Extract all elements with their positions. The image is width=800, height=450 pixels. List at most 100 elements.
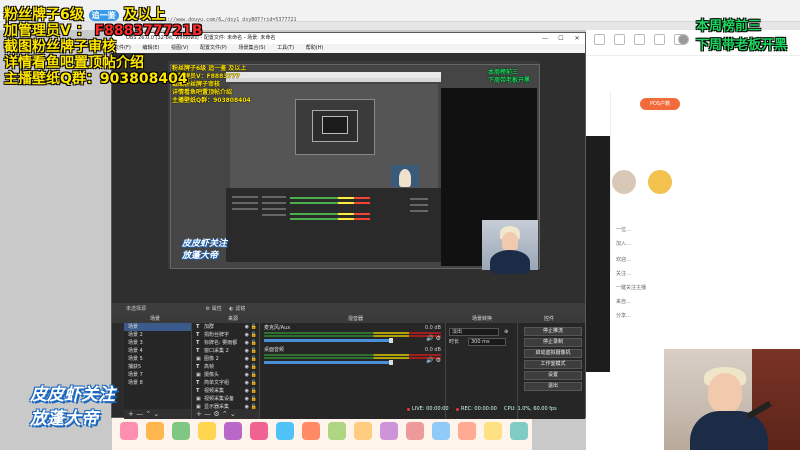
gift-icon[interactable] [510,422,528,440]
gift-icon[interactable] [458,422,476,440]
scene-item[interactable]: 场景 2 [124,331,191,339]
stop-streaming-button[interactable]: 停止推流 [524,327,582,336]
eye-icon[interactable]: ◉ [245,323,249,331]
source-item[interactable]: T 捐粉丝牌字 ◉ 🔓 [192,331,259,339]
clock-icon[interactable] [634,34,645,45]
nested-list-line [232,202,258,204]
gift-icon[interactable] [380,422,398,440]
slider-knob[interactable] [389,338,394,343]
menu-edit[interactable]: 编辑(E) [142,45,159,51]
eye-icon[interactable]: ◉ [245,395,249,403]
gift-icon[interactable] [484,422,502,440]
fan-avatar[interactable] [612,170,636,194]
gift-icon[interactable] [328,422,346,440]
lock-icon[interactable]: 🔓 [251,347,257,355]
gear-icon[interactable]: ⚙ [206,306,210,312]
scene-item[interactable]: 场景 [124,323,191,331]
source-item[interactable]: T 视频采集 ◉ 🔓 [192,387,259,395]
source-item[interactable]: ▣ 图像 2 ◉ 🔓 [192,355,259,363]
gift-icon[interactable] [432,422,450,440]
eye-icon[interactable]: ◉ [245,363,249,371]
play-icon[interactable] [654,34,665,45]
maximize-button[interactable]: ☐ [553,33,569,44]
slider-knob[interactable] [389,360,394,365]
source-name: 窗口采集 2 [204,348,229,354]
scene-item[interactable]: 捕获5 [124,363,191,371]
gear-icon[interactable]: ⚙ [436,335,441,342]
exit-button[interactable]: 退出 [524,382,582,391]
lock-icon[interactable]: 🔓 [251,379,257,387]
eye-icon[interactable]: ◉ [245,371,249,379]
speaker-icon[interactable]: 🔊 [426,357,433,364]
pos-button[interactable]: POS户籍 [640,98,680,110]
scene-item[interactable]: 场景 8 [124,379,191,387]
gear-icon[interactable]: ⚙ [436,357,441,364]
source-name: 高帧 [204,364,215,370]
lock-icon[interactable]: 🔓 [251,387,257,395]
gift-icon[interactable] [120,422,138,440]
gift-icon[interactable] [224,422,242,440]
eye-icon[interactable]: ◉ [245,347,249,355]
scene-item[interactable]: 场景 5 [124,355,191,363]
heart-icon[interactable] [614,34,625,45]
speaker-icon[interactable]: 🔊 [426,335,433,342]
transition-select[interactable]: 淡出 [449,328,499,336]
gift-icon[interactable] [172,422,190,440]
lock-icon[interactable]: 🔓 [251,355,257,363]
eye-icon[interactable]: ◉ [245,339,249,347]
lock-icon[interactable]: 🔓 [251,371,257,379]
source-item[interactable]: T 简单文字组 ◉ 🔓 [192,379,259,387]
gift-icon[interactable] [198,422,216,440]
menu-profile[interactable]: 配置文件(P) [200,45,227,51]
menu-view[interactable]: 视图(V) [171,45,188,51]
eye-icon[interactable]: ◉ [245,331,249,339]
scene-item[interactable]: 场景 3 [124,339,191,347]
nested-obs-menu [226,78,441,82]
lock-icon[interactable]: 🔓 [251,323,257,331]
source-name: 视频采集设备 [204,396,235,402]
gift-icon[interactable] [276,422,294,440]
menu-scene-collection[interactable]: 场景集合(S) [238,45,265,51]
filters-button[interactable]: 滤镜 [235,306,245,312]
eye-icon[interactable]: ◉ [245,379,249,387]
fan-avatar[interactable] [648,170,672,194]
gift-icon[interactable] [302,422,320,440]
start-virtual-camera-button[interactable]: 启动虚拟摄像机 [524,349,582,358]
lock-icon[interactable]: 🔓 [251,363,257,371]
menu-tools[interactable]: 工具(T) [277,45,294,51]
menu-help[interactable]: 帮助(H) [306,45,324,51]
settings-button[interactable]: 设置 [524,371,582,380]
gift-icon[interactable] [406,422,424,440]
lock-icon[interactable]: 🔓 [251,339,257,347]
properties-button[interactable]: 属性 [212,306,222,312]
scene-item[interactable]: 场景 7 [124,371,191,379]
gift-icon[interactable] [354,422,372,440]
menu-file[interactable]: 文件(F) [114,45,131,51]
eye-icon[interactable]: ◉ [245,387,249,395]
sources-dock-footer[interactable]: + — ⚙ ⌃ ⌄ [192,409,259,419]
gift-icon[interactable] [146,422,164,440]
volume-slider[interactable] [264,338,394,343]
source-item[interactable]: T 高帧 ◉ 🔓 [192,363,259,371]
volume-slider[interactable] [264,360,394,365]
gift-icon[interactable] [250,422,268,440]
minimize-button[interactable]: — [537,33,553,44]
user-avatar-icon[interactable] [678,34,689,45]
stop-recording-button[interactable]: 停止录制 [524,338,582,347]
source-item[interactable]: ▣ 视频采集设备 ◉ 🔓 [192,395,259,403]
close-button[interactable]: ✕ [569,33,585,44]
lock-icon[interactable]: 🔓 [251,395,257,403]
studio-mode-button[interactable]: 工作室模式 [524,360,582,369]
source-item[interactable]: T 加群 ◉ 🔓 [192,323,259,331]
grid-icon[interactable] [594,34,605,45]
source-item[interactable]: T 标牌名: 雾雨都 ◉ 🔓 [192,339,259,347]
duration-input[interactable]: 300 ms [468,338,506,346]
source-item[interactable]: ▣ 摄像头 ◉ 🔓 [192,371,259,379]
lock-icon[interactable]: 🔓 [251,331,257,339]
scenes-dock-footer[interactable]: + — ⌃ ⌄ [124,409,191,419]
source-item[interactable]: T 窗口采集 2 ◉ 🔓 [192,347,259,355]
scene-item[interactable]: 场景 4 [124,347,191,355]
add-transition-icon[interactable]: ⊕ [504,327,508,337]
filter-icon[interactable]: ◐ [229,306,233,312]
eye-icon[interactable]: ◉ [245,355,249,363]
